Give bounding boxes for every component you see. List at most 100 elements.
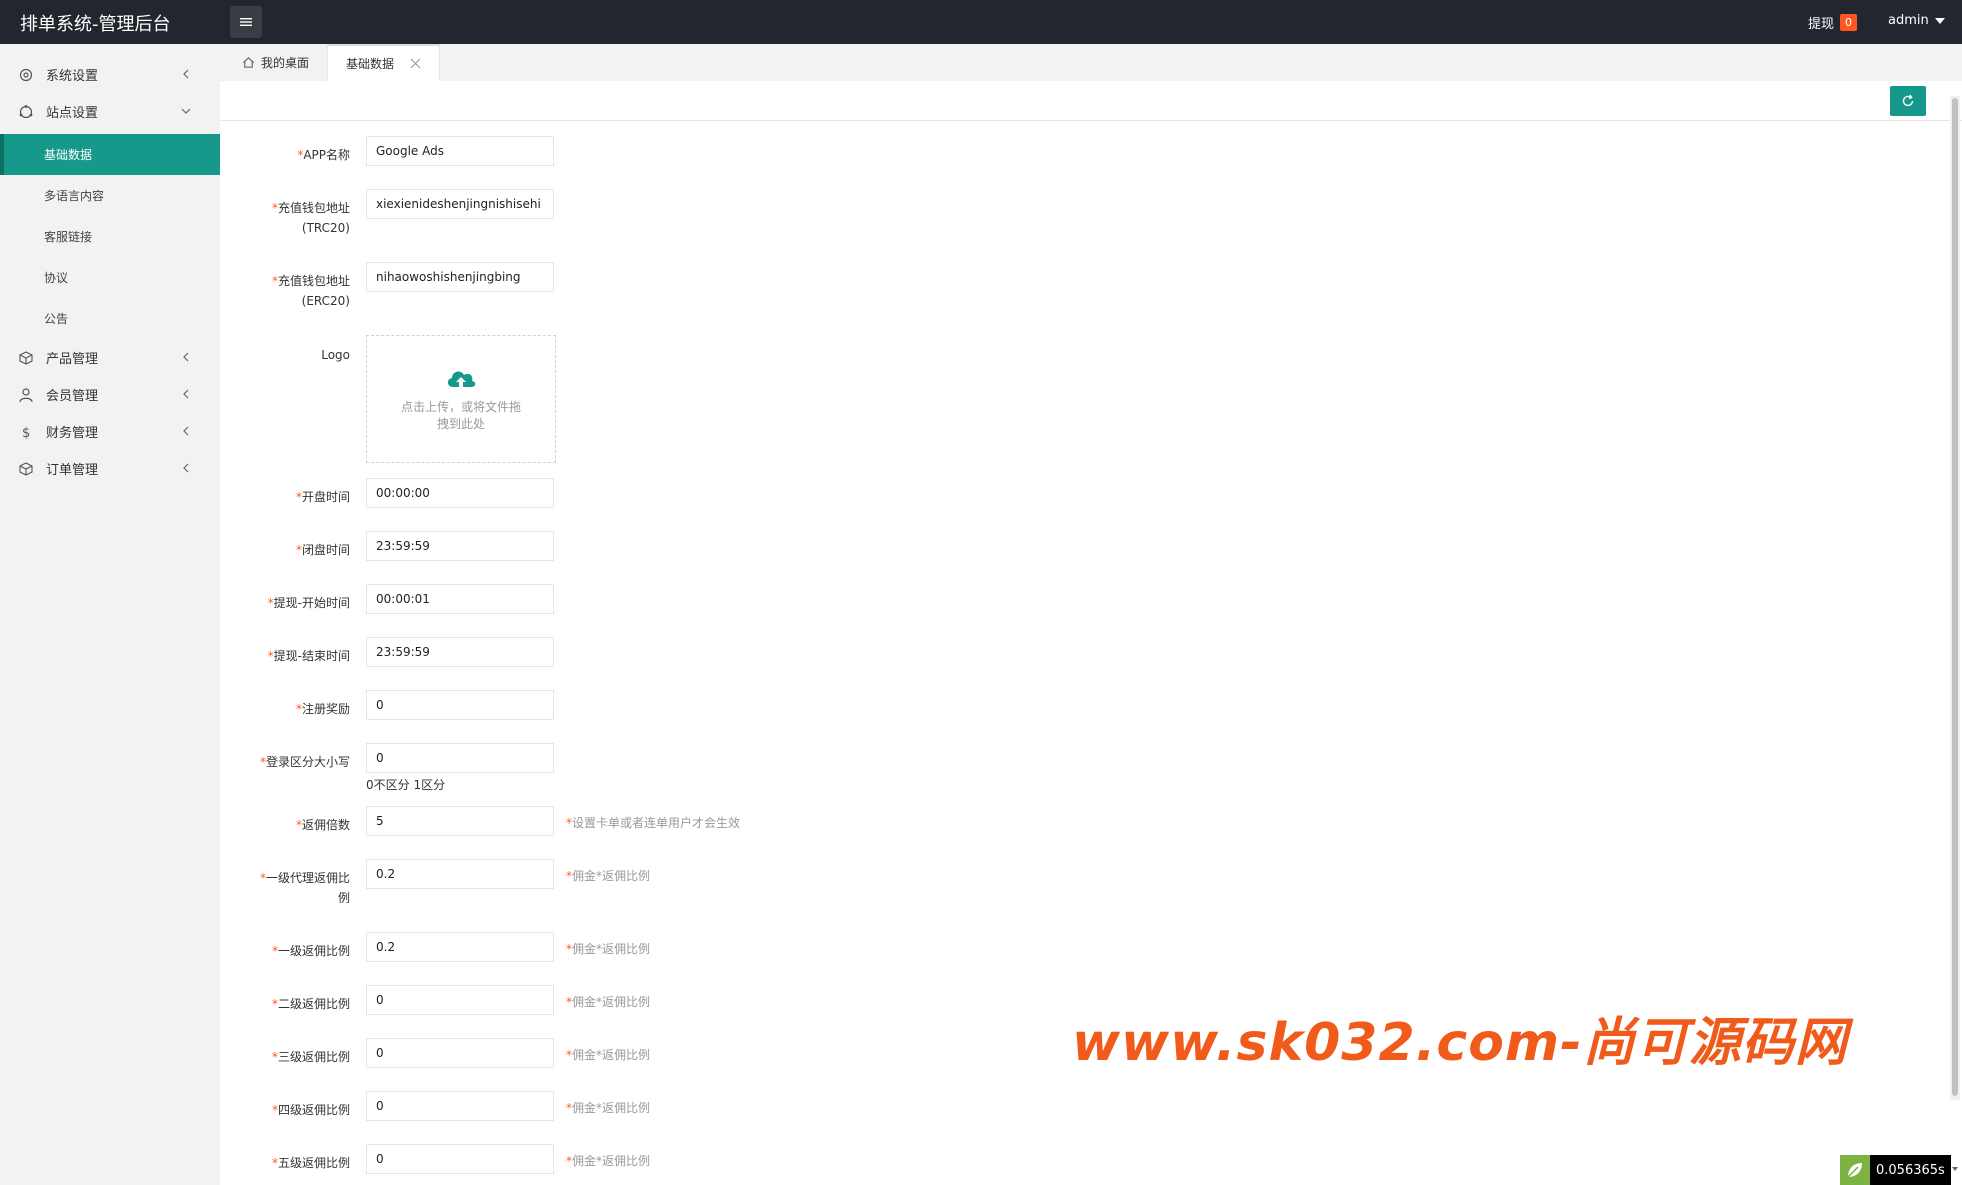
refresh-button[interactable] — [1890, 86, 1926, 116]
sidebar-item-finance[interactable]: $ 财务管理 — [0, 413, 220, 450]
level1-ratio-input[interactable]: 0.2 — [366, 932, 554, 962]
gear-icon — [18, 67, 34, 83]
field-hint: 佣金*返佣比例 — [572, 1048, 651, 1062]
sidebar-item-label: 站点设置 — [46, 106, 99, 121]
login-case-note: 0不区分 1区分 — [366, 778, 446, 792]
field-label: 登录区分大小写 — [265, 755, 350, 769]
field-label: Logo — [321, 348, 350, 362]
svg-text:$: $ — [22, 426, 30, 440]
tab-bar: 我的桌面 基础数据 — [220, 44, 1962, 81]
wallet-trc20-input[interactable]: xiexienideshenjingnishisehi — [366, 189, 554, 219]
upload-hint-text: 点击上传，或将文件拖拽到此处 — [400, 400, 521, 431]
commission-multiple-input[interactable]: 5 — [366, 806, 554, 836]
agent1-ratio-input[interactable]: 0.2 — [366, 859, 554, 889]
tab-basic-data[interactable]: 基础数据 — [327, 44, 441, 81]
field-label: 提现-结束时间 — [273, 649, 350, 663]
field-label: APP名称 — [303, 148, 350, 162]
chevron-left-icon — [183, 69, 189, 79]
withdraw-notice[interactable]: 提现 0 — [1808, 13, 1858, 32]
register-reward-input[interactable]: 0 — [366, 690, 554, 720]
chevron-down-icon — [181, 108, 191, 114]
withdraw-end-input[interactable]: 23:59:59 — [366, 637, 554, 667]
caret-down-icon — [1934, 17, 1945, 24]
sidebar-item-label: 财务管理 — [46, 426, 99, 441]
field-label: 充值钱包地址 — [277, 201, 350, 215]
watermark-text: www.sk032.com-尚可源码网 — [1072, 1013, 1848, 1073]
field-label: 三级返佣比例 — [277, 1050, 350, 1064]
debug-timer: 0.056365s — [1840, 1155, 1951, 1185]
login-case-input[interactable]: 0 — [366, 743, 554, 773]
field-hint: 佣金*返佣比例 — [572, 995, 651, 1009]
withdraw-start-input[interactable]: 00:00:01 — [366, 584, 554, 614]
sidebar-item-label: 订单管理 — [46, 463, 99, 478]
sidebar-item-site-settings[interactable]: 站点设置 — [0, 93, 220, 130]
chevron-left-icon — [183, 426, 189, 436]
refresh-icon — [1902, 94, 1914, 107]
chevron-left-icon — [183, 389, 189, 399]
sidebar-subitem-agreement[interactable]: 协议 — [0, 257, 220, 298]
close-icon[interactable] — [410, 58, 421, 69]
field-hint: 设置卡单或者连单用户才会生效 — [572, 816, 741, 830]
tab-label: 基础数据 — [346, 57, 395, 71]
wallet-erc20-input[interactable]: nihaowoshishenjingbing — [366, 262, 554, 292]
sidebar-subitem-service-link[interactable]: 客服链接 — [0, 216, 220, 257]
sidebar-subitem-basic-data[interactable]: 基础数据 — [0, 134, 220, 175]
withdraw-count-badge: 0 — [1840, 14, 1858, 31]
field-label-line2: 例 — [337, 891, 350, 905]
withdraw-label: 提现 — [1808, 17, 1835, 32]
scroll-down-arrow-icon[interactable] — [1950, 1164, 1960, 1174]
top-header: 排单系统-管理后台 提现 0 admin — [0, 0, 1962, 44]
sidebar-item-system-settings[interactable]: 系统设置 — [0, 56, 220, 93]
dollar-icon: $ — [18, 424, 34, 440]
leaf-logo-icon — [1840, 1155, 1870, 1185]
tab-label: 我的桌面 — [261, 56, 310, 70]
field-label-line2: (ERC20) — [301, 294, 350, 308]
field-label-line2: (TRC20) — [301, 221, 350, 235]
sidebar-subitem-notice[interactable]: 公告 — [0, 298, 220, 339]
menu-icon — [240, 18, 252, 26]
chevron-left-icon — [183, 352, 189, 362]
tab-my-desktop[interactable]: 我的桌面 — [224, 44, 327, 81]
user-name: admin — [1888, 13, 1929, 28]
field-label: 注册奖励 — [301, 702, 350, 716]
level5-ratio-input[interactable]: 0 — [366, 1144, 554, 1174]
timer-value: 0.056365s — [1876, 1162, 1945, 1178]
user-menu[interactable]: admin — [1888, 13, 1945, 28]
level4-ratio-input[interactable]: 0 — [366, 1091, 554, 1121]
field-label: 闭盘时间 — [301, 543, 350, 557]
field-label: 二级返佣比例 — [277, 997, 350, 1011]
sidebar-item-label: 系统设置 — [46, 69, 99, 84]
field-label: 充值钱包地址 — [277, 274, 350, 288]
page-scrollbar[interactable] — [1950, 96, 1960, 1100]
field-label: 提现-开始时间 — [273, 596, 350, 610]
sidebar-subitem-multilang[interactable]: 多语言内容 — [0, 175, 220, 216]
sidebar-item-label: 产品管理 — [46, 352, 99, 367]
open-time-input[interactable]: 00:00:00 — [366, 478, 554, 508]
site-icon — [18, 104, 34, 120]
level3-ratio-input[interactable]: 0 — [366, 1038, 554, 1068]
user-icon — [18, 387, 34, 403]
sidebar: 系统设置 站点设置 基础数据 多语言内容 客服链接 协议 公告 产品管理 会员管… — [0, 44, 220, 1185]
box-icon — [18, 461, 34, 477]
chevron-left-icon — [183, 463, 189, 473]
field-hint: 佣金*返佣比例 — [572, 1154, 651, 1168]
field-hint: 佣金*返佣比例 — [572, 1101, 651, 1115]
sidebar-item-members[interactable]: 会员管理 — [0, 376, 220, 413]
box-icon — [18, 350, 34, 366]
scrollbar-thumb[interactable] — [1952, 98, 1958, 1096]
sidebar-item-orders[interactable]: 订单管理 — [0, 450, 220, 487]
close-time-input[interactable]: 23:59:59 — [366, 531, 554, 561]
field-label: 一级代理返佣比 — [265, 871, 350, 885]
field-label: 四级返佣比例 — [277, 1103, 350, 1117]
level2-ratio-input[interactable]: 0 — [366, 985, 554, 1015]
sidebar-item-products[interactable]: 产品管理 — [0, 339, 220, 376]
sidebar-item-label: 会员管理 — [46, 389, 99, 404]
app-name-input[interactable]: Google Ads — [366, 136, 554, 166]
cloud-upload-icon — [447, 371, 476, 387]
field-label: 开盘时间 — [301, 490, 350, 504]
menu-toggle-button[interactable] — [230, 6, 262, 38]
toolbar — [220, 81, 1962, 121]
field-hint: 佣金*返佣比例 — [572, 869, 651, 883]
home-icon — [243, 57, 254, 68]
logo-upload-dropzone[interactable]: 点击上传，或将文件拖拽到此处 — [366, 335, 556, 463]
